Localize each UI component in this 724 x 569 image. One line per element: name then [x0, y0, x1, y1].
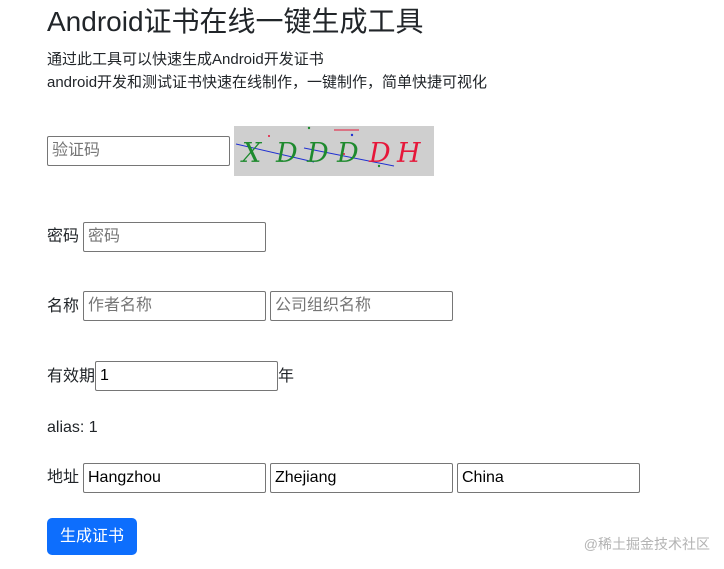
alias-text: alias: 1 [47, 419, 98, 436]
captcha-image[interactable]: X D D D D H [234, 126, 434, 176]
password-input[interactable] [83, 222, 266, 252]
province-input[interactable] [270, 463, 453, 493]
page-description: 通过此工具可以快速生成Android开发证书 [47, 51, 324, 68]
generate-certificate-button[interactable]: 生成证书 [47, 518, 137, 555]
validity-label: 有效期 [47, 368, 96, 385]
city-input[interactable] [83, 463, 266, 493]
captcha-char: D [336, 138, 359, 169]
name-label: 名称 [47, 298, 80, 315]
page-title: Android证书在线一键生成工具 [47, 6, 424, 37]
address-label: 地址 [47, 469, 80, 486]
captcha-char: D [306, 138, 329, 169]
validity-input[interactable] [95, 361, 278, 391]
captcha-char: X [240, 138, 263, 169]
country-input[interactable] [457, 463, 640, 493]
captcha-graphic: X D D D D H [235, 126, 421, 169]
captcha-char: D [368, 138, 391, 169]
author-name-input[interactable] [83, 291, 266, 321]
organization-name-input[interactable] [270, 291, 453, 321]
captcha-char: H [396, 138, 421, 169]
page-subdescription: android开发和测试证书快速在线制作，一键制作，简单快捷可视化 [47, 74, 488, 91]
captcha-char: D [275, 138, 298, 169]
captcha-input[interactable] [47, 136, 230, 166]
password-label: 密码 [47, 228, 80, 245]
validity-unit: 年 [278, 368, 295, 385]
watermark: @稀土掘金技术社区 [583, 536, 710, 552]
